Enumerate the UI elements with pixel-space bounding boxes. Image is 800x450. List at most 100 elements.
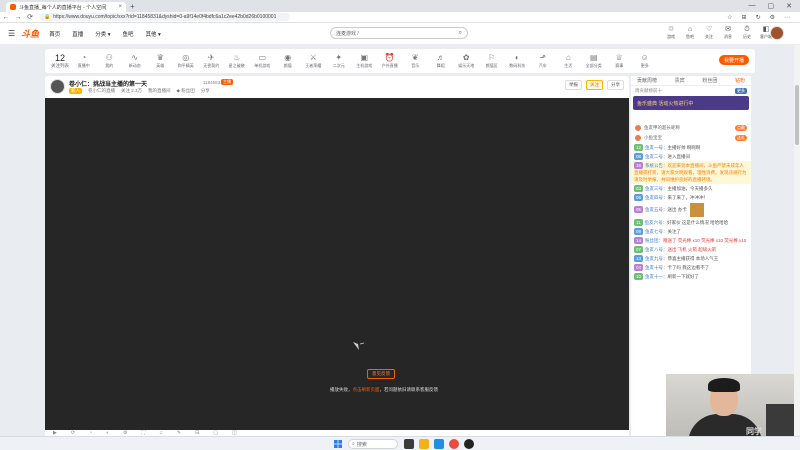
anchor-avatar[interactable] bbox=[50, 79, 65, 94]
category-item[interactable]: ♛ 英雄 bbox=[148, 53, 174, 69]
category-item[interactable]: ♕ 赛事 bbox=[607, 53, 633, 69]
header-games[interactable]: ♲ 游戏 bbox=[665, 26, 677, 40]
rank-more-button[interactable]: 更多 bbox=[735, 87, 747, 94]
category-item[interactable]: ⬏ 汽车 bbox=[530, 53, 556, 69]
category-item[interactable]: ▭ 单机游戏 bbox=[250, 53, 276, 69]
category-item[interactable]: ∿ 新动态 bbox=[122, 53, 148, 69]
chat-username[interactable]: 鱼友十号 bbox=[645, 265, 663, 270]
share-button[interactable]: 分享 bbox=[607, 80, 624, 90]
chat-username[interactable]: 鱼友一号 bbox=[645, 145, 663, 150]
header-messages[interactable]: ✉ 消息 bbox=[722, 26, 734, 40]
category-item[interactable]: ▣ 主机游戏 bbox=[352, 53, 378, 69]
url-field[interactable]: 🔒 https://www.douyu.com/topic/xxx?rid=11… bbox=[40, 13, 290, 21]
nav-live[interactable]: 直播 bbox=[72, 30, 83, 38]
site-logo[interactable]: 斗鱼 bbox=[21, 27, 39, 40]
chat-username[interactable]: 鱼友三号 bbox=[645, 186, 663, 191]
task-view-icon[interactable] bbox=[404, 439, 414, 449]
category-item[interactable]: ✦ 二次元 bbox=[326, 53, 352, 69]
room-sub-fans[interactable]: ◆ 粉丝团 bbox=[177, 88, 195, 94]
start-live-button[interactable]: 我要开播 bbox=[718, 55, 749, 65]
category-item[interactable]: ◉ 颜值 bbox=[275, 53, 301, 69]
file-explorer-icon[interactable] bbox=[419, 439, 429, 449]
header-history[interactable]: ⏱ 历史 bbox=[741, 26, 753, 40]
report-button[interactable]: 举报 bbox=[565, 80, 582, 90]
maximize-icon[interactable]: ▢ bbox=[768, 2, 775, 10]
tab-fans[interactable]: 粉丝团 bbox=[702, 77, 717, 84]
category-item[interactable]: ◔ 直播中 bbox=[71, 53, 97, 69]
header-yuba[interactable]: ⌂ 鱼吧 bbox=[684, 26, 696, 40]
category-item[interactable]: ♨ 星之破晓 bbox=[224, 53, 250, 69]
obs-icon[interactable] bbox=[464, 439, 474, 449]
tab-weekly-rank[interactable]: 贡献周榜 bbox=[637, 77, 657, 84]
category-item[interactable]: ♬ 舞蹈 bbox=[428, 53, 454, 69]
chat-username[interactable]: 鱼友十一 bbox=[645, 274, 663, 279]
favorite-icon[interactable]: ☆ bbox=[727, 14, 732, 21]
settings-icon[interactable]: ⚙ bbox=[770, 14, 775, 21]
scrollbar-thumb[interactable] bbox=[795, 85, 799, 145]
category-item[interactable]: ⏰ 户外直播 bbox=[377, 53, 403, 69]
category-item[interactable]: ⌂ 生活 bbox=[556, 53, 582, 69]
category-item[interactable]: ❦ 音乐 bbox=[403, 53, 429, 69]
nav-category[interactable]: 分类 ▾ bbox=[95, 30, 110, 38]
tab-diamond[interactable]: 钻粉 bbox=[735, 77, 745, 84]
header-follow[interactable]: ♡ 关注 bbox=[703, 26, 715, 40]
category-item[interactable]: ⚔ 王者荣耀 bbox=[301, 53, 327, 69]
close-window-icon[interactable]: ✕ bbox=[786, 2, 792, 10]
user-avatar[interactable] bbox=[770, 26, 784, 40]
page-scrollbar[interactable] bbox=[794, 45, 800, 436]
refresh-page-link[interactable]: 点击刷新页面 bbox=[353, 387, 380, 392]
taskbar-search[interactable]: ⌕ 搜索 bbox=[348, 439, 398, 449]
more-icon[interactable]: ⋯ bbox=[784, 14, 790, 21]
nav-yuba[interactable]: 鱼吧 bbox=[123, 30, 134, 38]
refresh-extension-icon[interactable]: ↻ bbox=[756, 14, 761, 21]
fan-name[interactable]: 小鱼宝宝 bbox=[644, 135, 662, 141]
close-tab-icon[interactable]: × bbox=[118, 4, 122, 10]
forward-icon[interactable]: → bbox=[12, 14, 24, 21]
new-tab-icon[interactable]: + bbox=[130, 2, 135, 11]
category-item[interactable]: ✈ 无畏契约 bbox=[199, 53, 225, 69]
category-item[interactable]: ▤ 全部分类 bbox=[581, 53, 607, 69]
chat-username[interactable]: 系统公告 bbox=[645, 163, 663, 168]
video-player[interactable]: 意见反馈 播放失败，点击刷新页面，若问题依旧请联系客服反馈 bbox=[45, 98, 629, 430]
chat-username[interactable]: 鱼友六号 bbox=[645, 220, 663, 225]
nav-more[interactable]: 其他 ▾ bbox=[146, 30, 161, 38]
follow-list[interactable]: 12 关注列表 bbox=[49, 53, 71, 69]
chrome-browser-icon[interactable] bbox=[449, 439, 459, 449]
fan-badge[interactable]: 点歌 bbox=[735, 125, 747, 131]
follow-button[interactable]: 关注 bbox=[586, 80, 603, 90]
category-item[interactable]: ◎ 和平精英 bbox=[173, 53, 199, 69]
windows-start-icon[interactable] bbox=[334, 440, 342, 448]
room-sub-anchor[interactable]: 卷小仁的直播 bbox=[88, 88, 115, 94]
chat-username[interactable]: 鱼友五号 bbox=[645, 207, 663, 212]
nav-home[interactable]: 首页 bbox=[49, 30, 60, 38]
event-banner[interactable]: 鱼乐盛典 活动火热进行中 bbox=[633, 96, 749, 110]
minimize-icon[interactable]: — bbox=[749, 2, 756, 10]
tab-vip[interactable]: 贵宾 bbox=[675, 77, 685, 84]
category-item[interactable]: ◐ 数码科技 bbox=[505, 53, 531, 69]
chat-username[interactable]: 鱼友四号 bbox=[645, 195, 663, 200]
room-sub-share[interactable]: 分享 bbox=[201, 88, 210, 94]
edge-browser-icon[interactable] bbox=[434, 439, 444, 449]
chat-username[interactable]: 鱼友八号 bbox=[645, 247, 663, 252]
split-view-icon[interactable]: ⊞ bbox=[742, 14, 747, 21]
chat-username[interactable]: 鱼友二号 bbox=[645, 154, 663, 159]
category-icon: ♛ bbox=[156, 53, 164, 62]
category-item[interactable]: ✿ 娱乐天地 bbox=[454, 53, 480, 69]
category-item[interactable]: ⚇ 我的 bbox=[97, 53, 123, 69]
reload-icon[interactable]: ⟳ bbox=[24, 13, 36, 21]
chat-user-avatar[interactable] bbox=[689, 203, 704, 217]
back-icon[interactable]: ← bbox=[0, 14, 12, 21]
hamburger-menu-icon[interactable]: ☰ bbox=[8, 29, 15, 38]
search-input[interactable]: 连麦游戏 / ⌕ bbox=[330, 27, 468, 39]
chat-username[interactable]: 鱼友九号 bbox=[645, 256, 663, 261]
search-icon[interactable]: ⌕ bbox=[459, 30, 462, 37]
room-sub-room[interactable]: 我的直播间 bbox=[148, 88, 171, 94]
chat-username[interactable]: 鱼友七号 bbox=[645, 229, 663, 234]
fan-badge[interactable]: 送礼 bbox=[735, 135, 747, 141]
browser-tab[interactable]: 斗鱼直播_每个人的直播平台 - 个人空间 × bbox=[6, 2, 126, 12]
category-item[interactable]: ☺ 更多 bbox=[632, 53, 658, 69]
feedback-button[interactable]: 意见反馈 bbox=[367, 369, 395, 379]
category-item[interactable]: ⚐ 颜值区 bbox=[479, 53, 505, 69]
chat-username[interactable]: 粉丝团 bbox=[645, 238, 659, 243]
fan-name[interactable]: 鱼友甲的超长昵称 bbox=[644, 125, 680, 131]
